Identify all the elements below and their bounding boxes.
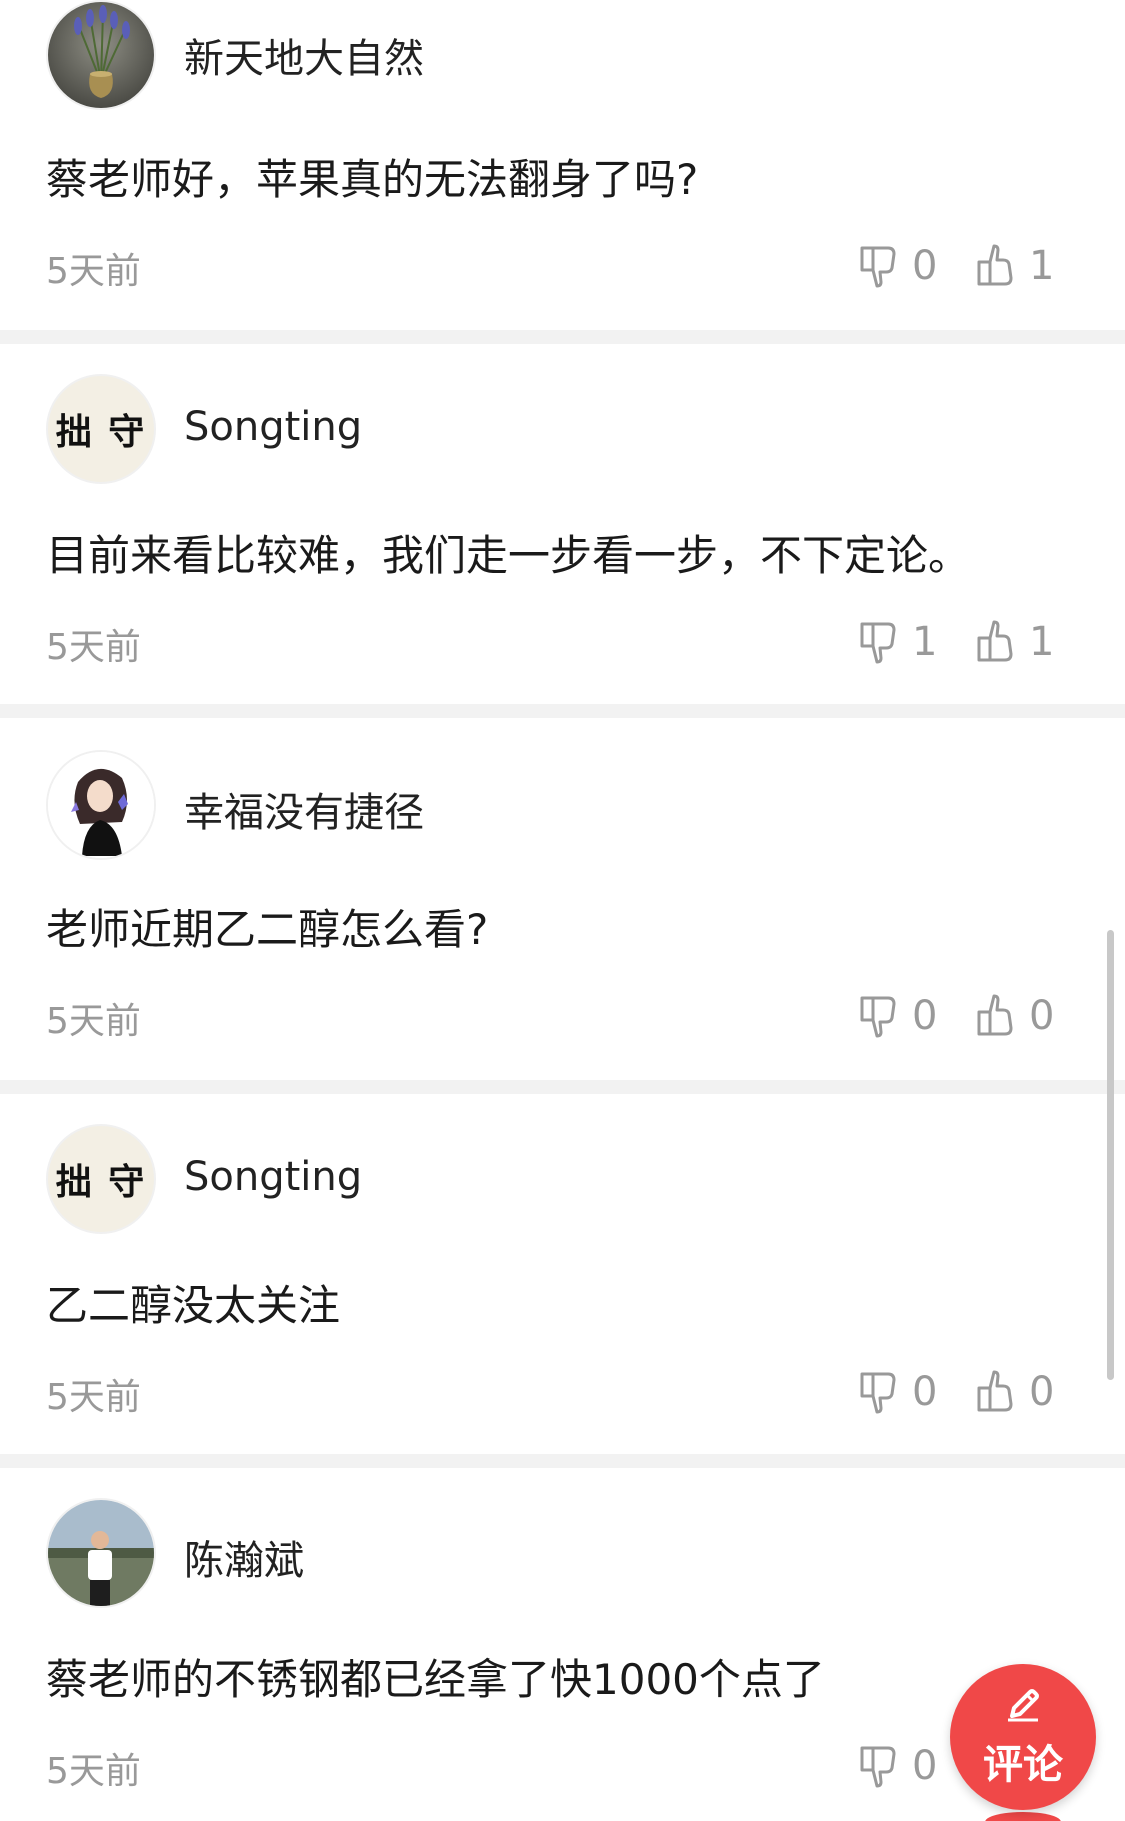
comment-list-screen: 新天地大自然 蔡老师好，苹果真的无法翻身了吗? 5天前 0 1 拙 守 Song…	[0, 0, 1125, 1821]
username[interactable]: Songting	[184, 1154, 362, 1200]
like-button[interactable]: 1	[975, 618, 1054, 666]
dislike-button[interactable]: 0	[858, 1368, 937, 1416]
dislike-count: 0	[912, 243, 938, 289]
dislike-count: 0	[912, 1743, 938, 1789]
dislike-count: 0	[912, 1369, 938, 1415]
avatar[interactable]	[46, 1498, 156, 1608]
thumbs-down-icon	[858, 244, 898, 288]
thumbs-up-icon	[975, 1370, 1015, 1414]
thumbs-down-icon	[858, 994, 898, 1038]
thumbs-up-icon	[975, 620, 1015, 664]
comment-time: 5天前	[46, 1377, 141, 1418]
dislike-button[interactable]: 0	[858, 242, 937, 290]
thumbs-up-icon	[975, 244, 1015, 288]
thumbs-down-icon	[858, 1744, 898, 1788]
comment-time: 5天前	[46, 627, 141, 668]
dislike-button[interactable]: 0	[858, 1742, 937, 1790]
avatar[interactable]: 拙 守	[46, 374, 156, 484]
comment-divider	[0, 704, 1125, 718]
comment-item: 拙 守 Songting 目前来看比较难，我们走一步看一步，不下定论。 5天前 …	[0, 344, 1125, 704]
comment-text: 蔡老师的不锈钢都已经拿了快1000个点了	[46, 1655, 825, 1704]
like-count: 1	[1029, 619, 1055, 665]
username[interactable]: 幸福没有捷径	[184, 780, 424, 838]
pencil-icon	[1004, 1686, 1042, 1728]
comment-item: 拙 守 Songting 乙二醇没太关注 5天前 0 0	[0, 1094, 1125, 1454]
comment-divider	[0, 1454, 1125, 1468]
avatar[interactable]	[46, 750, 156, 860]
comment-text: 目前来看比较难，我们走一步看一步，不下定论。	[46, 531, 971, 580]
comment-text: 蔡老师好，苹果真的无法翻身了吗?	[46, 155, 699, 204]
dislike-count: 1	[912, 619, 938, 665]
username[interactable]: 陈瀚斌	[184, 1528, 304, 1586]
like-button[interactable]: 0	[975, 1368, 1054, 1416]
comment-divider	[0, 330, 1125, 344]
comment-time: 5天前	[46, 1751, 141, 1792]
comment-text: 老师近期乙二醇怎么看?	[46, 905, 489, 954]
like-button[interactable]: 1	[975, 242, 1054, 290]
comment-divider	[0, 1080, 1125, 1094]
like-count: 1	[1029, 243, 1055, 289]
dislike-button[interactable]: 0	[858, 992, 937, 1040]
fab-label: 评论	[983, 1742, 1063, 1788]
comment-item: 新天地大自然 蔡老师好，苹果真的无法翻身了吗? 5天前 0 1	[0, 0, 1125, 330]
dislike-button[interactable]: 1	[858, 618, 937, 666]
avatar-calligraphy: 拙 守	[55, 411, 147, 453]
comment-item: 幸福没有捷径 老师近期乙二醇怎么看? 5天前 0 0	[0, 718, 1125, 1080]
username[interactable]: 新天地大自然	[184, 26, 424, 84]
like-count: 0	[1029, 1369, 1055, 1415]
username[interactable]: Songting	[184, 404, 362, 450]
avatar[interactable]: 拙 守	[46, 1124, 156, 1234]
avatar[interactable]	[46, 0, 156, 110]
comment-fab-button[interactable]: 评论	[950, 1664, 1096, 1810]
like-button[interactable]: 0	[975, 992, 1054, 1040]
thumbs-down-icon	[858, 1370, 898, 1414]
thumbs-down-icon	[858, 620, 898, 664]
dislike-count: 0	[912, 993, 938, 1039]
thumbs-up-icon	[975, 994, 1015, 1038]
comment-time: 5天前	[46, 1001, 141, 1042]
comment-time: 5天前	[46, 251, 141, 292]
comment-text: 乙二醇没太关注	[46, 1281, 341, 1330]
like-count: 0	[1029, 993, 1055, 1039]
scrollbar[interactable]	[1107, 930, 1114, 1380]
avatar-calligraphy: 拙 守	[55, 1161, 147, 1203]
